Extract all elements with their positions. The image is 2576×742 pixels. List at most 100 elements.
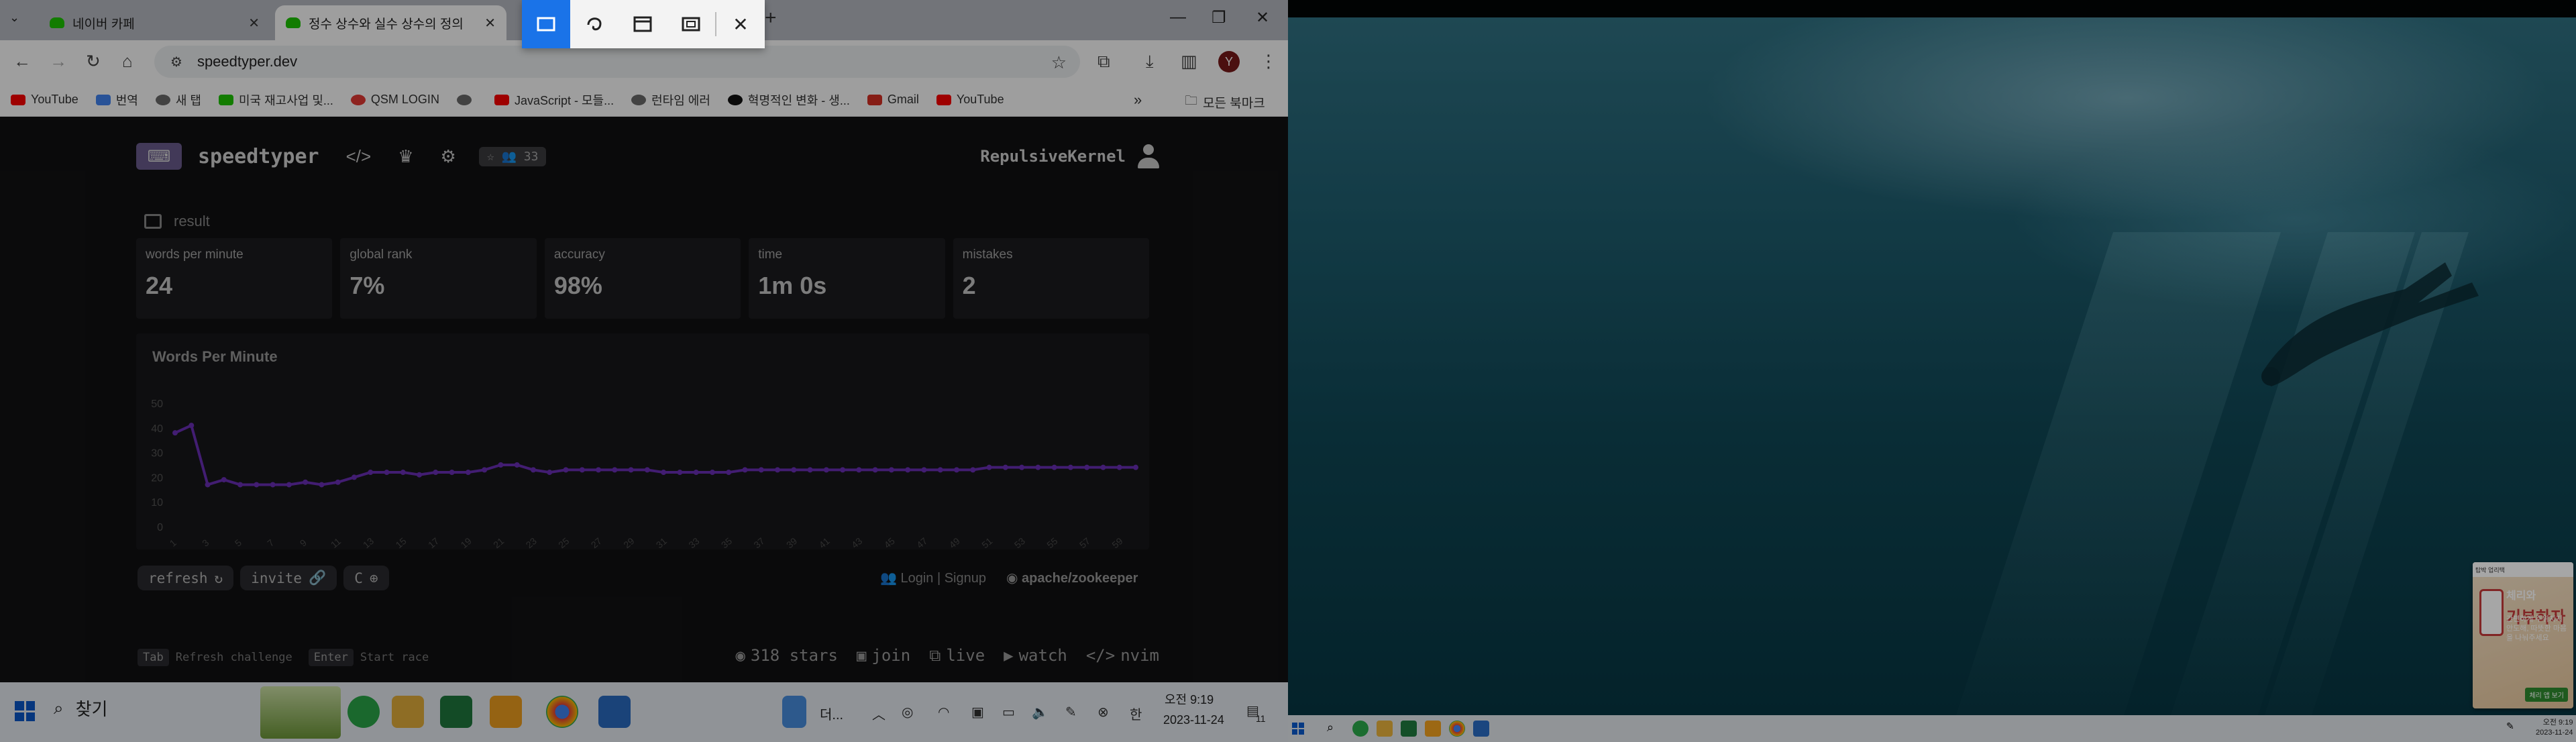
battery-icon[interactable]: ▭ — [1002, 704, 1015, 721]
right-clock[interactable]: 오전 9:19 2023-11-24 — [2536, 718, 2573, 738]
bookmark-item[interactable] — [456, 94, 477, 105]
wpm-data-point[interactable] — [693, 470, 699, 476]
window-close-icon[interactable]: ✕ — [1256, 8, 1269, 28]
wpm-data-point[interactable] — [189, 423, 195, 429]
window-snip-icon[interactable] — [619, 0, 667, 48]
chrome-icon[interactable] — [1449, 721, 1465, 737]
all-bookmarks-button[interactable]: 🗀 모든 북마크 — [1185, 91, 1265, 113]
menu-icon[interactable]: ⋮ — [1260, 51, 1277, 72]
user-menu[interactable]: RepulsiveKernel — [980, 144, 1159, 168]
close-icon[interactable]: ✕ — [484, 15, 496, 32]
wpm-data-point[interactable] — [563, 467, 569, 473]
wpm-data-point[interactable] — [644, 467, 650, 473]
wpm-data-point[interactable] — [172, 430, 178, 436]
language-button[interactable]: C ⊕ — [343, 566, 389, 590]
more-bookmarks-icon[interactable]: » — [1134, 91, 1142, 109]
forward-icon[interactable]: → — [50, 51, 67, 72]
invite-button[interactable]: invite 🔗 — [240, 566, 337, 590]
browser-tab[interactable]: 네이버 카페 ✕ — [39, 5, 270, 40]
side-panel-icon[interactable]: ▥ — [1181, 51, 1197, 72]
wpm-data-point[interactable] — [628, 467, 634, 473]
wpm-data-point[interactable] — [514, 462, 520, 468]
back-icon[interactable]: ← — [13, 51, 31, 72]
extensions-icon[interactable]: ⧉ — [1097, 51, 1110, 72]
chevron-up-icon[interactable]: ︿ — [872, 704, 885, 723]
bookmark-star-icon[interactable]: ☆ — [1051, 52, 1067, 73]
wpm-data-point[interactable] — [1019, 464, 1025, 470]
login-signup-link[interactable]: 👥 Login | Signup — [880, 570, 986, 586]
omnibox[interactable]: ⚙ speedtyper.dev ☆ — [154, 46, 1080, 78]
wpm-data-point[interactable] — [1051, 464, 1057, 470]
wpm-data-point[interactable] — [807, 467, 813, 473]
wpm-data-point[interactable] — [319, 482, 325, 488]
online-count-badge[interactable]: ☆ 👥 33 — [478, 146, 547, 166]
bookmark-item[interactable]: YouTube — [11, 93, 78, 107]
profile-avatar[interactable]: Y — [1218, 51, 1240, 72]
live-link[interactable]: ⧉ live — [929, 646, 985, 665]
bookmark-item[interactable]: 번역 — [95, 91, 138, 109]
wpm-data-point[interactable] — [1084, 464, 1090, 470]
wpm-data-point[interactable] — [579, 467, 585, 473]
wpm-data-point[interactable] — [970, 467, 976, 473]
wpm-data-point[interactable] — [726, 470, 732, 476]
wpm-data-point[interactable] — [888, 467, 894, 473]
search-icon[interactable]: ⌕ — [1327, 721, 1343, 737]
wpm-data-point[interactable] — [742, 467, 748, 473]
wpm-data-point[interactable] — [1100, 464, 1106, 470]
snip-close-icon[interactable]: ✕ — [716, 0, 765, 48]
wpm-data-point[interactable] — [937, 467, 943, 473]
volume-icon[interactable]: 🔈 — [1032, 704, 1049, 721]
wpm-data-point[interactable] — [417, 472, 423, 478]
tab-search-icon[interactable]: ⌄ — [9, 11, 19, 25]
join-link[interactable]: ▣ join — [857, 646, 910, 665]
wpm-data-point[interactable] — [400, 470, 406, 476]
excel-icon[interactable] — [1401, 721, 1417, 737]
app-icon[interactable] — [490, 696, 522, 728]
wpm-data-point[interactable] — [270, 482, 276, 488]
fullscreen-snip-icon[interactable] — [667, 0, 715, 48]
excel-icon[interactable] — [440, 696, 472, 728]
file-explorer-icon[interactable] — [1377, 721, 1393, 737]
keyboard-logo-icon[interactable]: ⌨ — [136, 143, 182, 170]
wpm-data-point[interactable] — [221, 477, 227, 483]
site-info-icon[interactable]: ⚙ — [170, 54, 182, 70]
wpm-data-point[interactable] — [351, 474, 357, 480]
taskbar-search[interactable]: ⌕ 찾기 — [54, 696, 107, 721]
wpm-data-point[interactable] — [449, 470, 455, 476]
bookmark-item[interactable]: JavaScript - 모들... — [494, 91, 614, 109]
bookmark-item[interactable]: Gmail — [867, 93, 919, 107]
tray-icon[interactable]: ⊗ — [1097, 704, 1109, 721]
file-explorer-icon[interactable] — [392, 696, 424, 728]
rectangle-snip-icon[interactable] — [522, 0, 570, 48]
chrome-icon[interactable] — [546, 696, 578, 728]
wpm-data-point[interactable] — [237, 482, 244, 488]
wpm-data-point[interactable] — [205, 482, 211, 488]
pen-icon[interactable]: ✎ — [1065, 704, 1077, 721]
promo-button[interactable]: 체리 앱 보기 — [2525, 688, 2568, 702]
wpm-data-point[interactable] — [677, 470, 683, 476]
crown-icon[interactable]: ♛ — [398, 146, 413, 167]
bookmark-item[interactable]: 미국 재고사업 및... — [218, 91, 333, 109]
wpm-data-point[interactable] — [661, 470, 667, 476]
wpm-data-point[interactable] — [840, 467, 846, 473]
app-icon[interactable] — [1425, 721, 1441, 737]
watch-link[interactable]: ▶ watch — [1004, 646, 1067, 665]
bookmark-item[interactable]: 혁명적인 변화 - 생... — [727, 91, 850, 109]
wifi-icon[interactable]: ◠ — [938, 704, 949, 721]
wpm-data-point[interactable] — [596, 467, 602, 473]
new-tab-icon[interactable]: + — [765, 7, 777, 30]
wpm-data-point[interactable] — [986, 464, 992, 470]
app-icon[interactable] — [1473, 721, 1489, 737]
browser-window-label[interactable]: 더... — [820, 704, 843, 723]
wpm-data-point[interactable] — [709, 470, 715, 476]
wpm-data-point[interactable] — [1035, 464, 1041, 470]
wpm-data-point[interactable] — [758, 467, 764, 473]
wpm-data-point[interactable] — [1133, 464, 1138, 470]
repo-link[interactable]: ◉ apache/zookeeper — [1006, 570, 1138, 586]
reload-icon[interactable]: ↻ — [86, 51, 101, 72]
download-icon[interactable]: ⤓ — [1146, 51, 1154, 72]
wpm-data-point[interactable] — [612, 467, 618, 473]
stars-link[interactable]: ◉ 318 stars — [735, 646, 838, 665]
wpm-data-point[interactable] — [482, 467, 488, 473]
taskbar-time[interactable]: 오전 9:19 — [1165, 690, 1214, 708]
